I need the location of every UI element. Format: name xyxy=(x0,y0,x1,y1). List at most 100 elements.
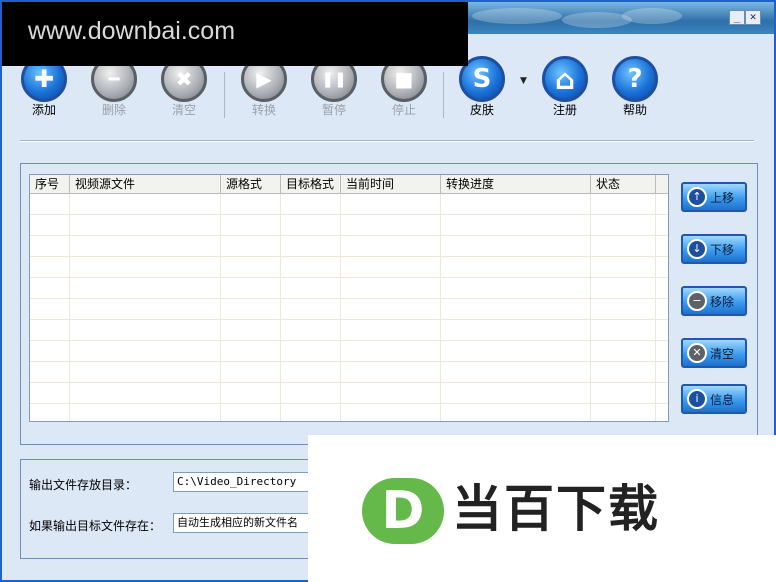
table-cell xyxy=(281,320,341,340)
table-cell xyxy=(70,215,221,235)
table-cell xyxy=(341,278,441,298)
table-cell xyxy=(30,362,70,382)
x-circle-icon: ✕ xyxy=(687,343,707,363)
table-cell xyxy=(341,341,441,361)
table-cell xyxy=(221,383,281,403)
table-cell xyxy=(221,236,281,256)
move-up-button[interactable]: ↑ 上移 xyxy=(681,182,747,212)
column-header-current-time[interactable]: 当前时间 xyxy=(341,175,441,193)
table-row[interactable] xyxy=(30,404,668,421)
register-label: 注册 xyxy=(552,103,577,117)
column-header-target-format[interactable]: 目标格式 xyxy=(281,175,341,193)
table-cell xyxy=(591,383,656,403)
file-list-panel: 序号 视频源文件 源格式 目标格式 当前时间 转换进度 状态 ↑ 上移 ↓ 下移… xyxy=(20,163,758,445)
table-cell xyxy=(441,299,591,319)
table-row[interactable] xyxy=(30,257,668,278)
table-cell xyxy=(30,320,70,340)
table-cell xyxy=(591,236,656,256)
table-cell xyxy=(341,236,441,256)
table-cell xyxy=(341,194,441,214)
table-cell xyxy=(281,362,341,382)
table-row[interactable] xyxy=(30,278,668,299)
table-cell xyxy=(591,257,656,277)
table-cell xyxy=(591,404,656,421)
column-header-source-file[interactable]: 视频源文件 xyxy=(70,175,221,193)
table-cell xyxy=(221,341,281,361)
divider xyxy=(20,140,754,142)
remove-button[interactable]: − 移除 xyxy=(681,286,747,316)
help-button[interactable]: ? 帮助 xyxy=(605,56,665,118)
table-cell xyxy=(70,362,221,382)
table-cell xyxy=(30,383,70,403)
table-cell xyxy=(221,278,281,298)
watermark-logo-overlay: D 当百下载 xyxy=(308,435,776,582)
table-cell xyxy=(341,362,441,382)
toolbar-separator xyxy=(443,72,444,118)
table-cell xyxy=(30,341,70,361)
info-label: 信息 xyxy=(710,392,735,407)
table-cell xyxy=(30,404,70,421)
table-cell xyxy=(281,341,341,361)
pause-label: 暂停 xyxy=(321,103,346,117)
column-header-status[interactable]: 状态 xyxy=(591,175,656,193)
move-down-label: 下移 xyxy=(710,242,735,257)
add-label: 添加 xyxy=(31,103,56,117)
table-cell xyxy=(591,299,656,319)
arrow-down-icon: ↓ xyxy=(687,239,707,259)
help-label: 帮助 xyxy=(622,103,647,117)
register-button[interactable]: ⌂ 注册 xyxy=(535,56,595,118)
table-cell xyxy=(341,257,441,277)
table-cell xyxy=(441,404,591,421)
stop-label: 停止 xyxy=(391,103,416,117)
info-button[interactable]: i 信息 xyxy=(681,384,747,414)
table-cell xyxy=(591,362,656,382)
table-cell xyxy=(30,215,70,235)
skin-dropdown-caret-icon[interactable]: ▼ xyxy=(520,76,527,86)
minimize-icon: _ xyxy=(733,10,741,23)
column-header-index[interactable]: 序号 xyxy=(30,175,70,193)
title-decoration xyxy=(622,8,682,24)
table-row[interactable] xyxy=(30,341,668,362)
table-cell xyxy=(70,404,221,421)
close-button[interactable]: ✕ xyxy=(745,10,761,25)
table-cell xyxy=(441,257,591,277)
table-row[interactable] xyxy=(30,236,668,257)
move-down-button[interactable]: ↓ 下移 xyxy=(681,234,747,264)
table-cell xyxy=(281,299,341,319)
table-cell xyxy=(70,257,221,277)
column-header-progress[interactable]: 转换进度 xyxy=(441,175,591,193)
table-cell xyxy=(441,194,591,214)
clear-list-button[interactable]: ✕ 清空 xyxy=(681,338,747,368)
table-cell xyxy=(281,404,341,421)
column-header-source-format[interactable]: 源格式 xyxy=(221,175,281,193)
table-cell xyxy=(281,278,341,298)
table-cell xyxy=(30,194,70,214)
file-exists-select[interactable]: 自动生成相应的新文件名 xyxy=(173,513,323,533)
table-row[interactable] xyxy=(30,362,668,383)
table-cell xyxy=(281,215,341,235)
table-cell xyxy=(341,404,441,421)
table-cell xyxy=(441,236,591,256)
table-cell xyxy=(70,383,221,403)
table-body xyxy=(30,194,668,421)
table-row[interactable] xyxy=(30,383,668,404)
clear-label: 清空 xyxy=(171,103,196,117)
table-header: 序号 视频源文件 源格式 目标格式 当前时间 转换进度 状态 xyxy=(30,175,668,194)
table-cell xyxy=(30,236,70,256)
table-row[interactable] xyxy=(30,215,668,236)
table-cell xyxy=(30,278,70,298)
table-cell xyxy=(591,341,656,361)
minus-circle-icon: − xyxy=(687,291,707,311)
table-row[interactable] xyxy=(30,194,668,215)
toolbar-separator xyxy=(224,72,225,118)
table-cell xyxy=(221,299,281,319)
table-cell xyxy=(30,257,70,277)
skin-label: 皮肤 xyxy=(469,103,494,117)
watermark-url-overlay: www.downbai.com xyxy=(2,2,468,66)
info-icon: i xyxy=(687,389,707,409)
table-row[interactable] xyxy=(30,299,668,320)
minimize-button[interactable]: _ xyxy=(729,10,745,25)
output-dir-field[interactable]: C:\Video_Directory xyxy=(173,472,323,492)
file-list-table[interactable]: 序号 视频源文件 源格式 目标格式 当前时间 转换进度 状态 xyxy=(29,174,669,422)
table-row[interactable] xyxy=(30,320,668,341)
